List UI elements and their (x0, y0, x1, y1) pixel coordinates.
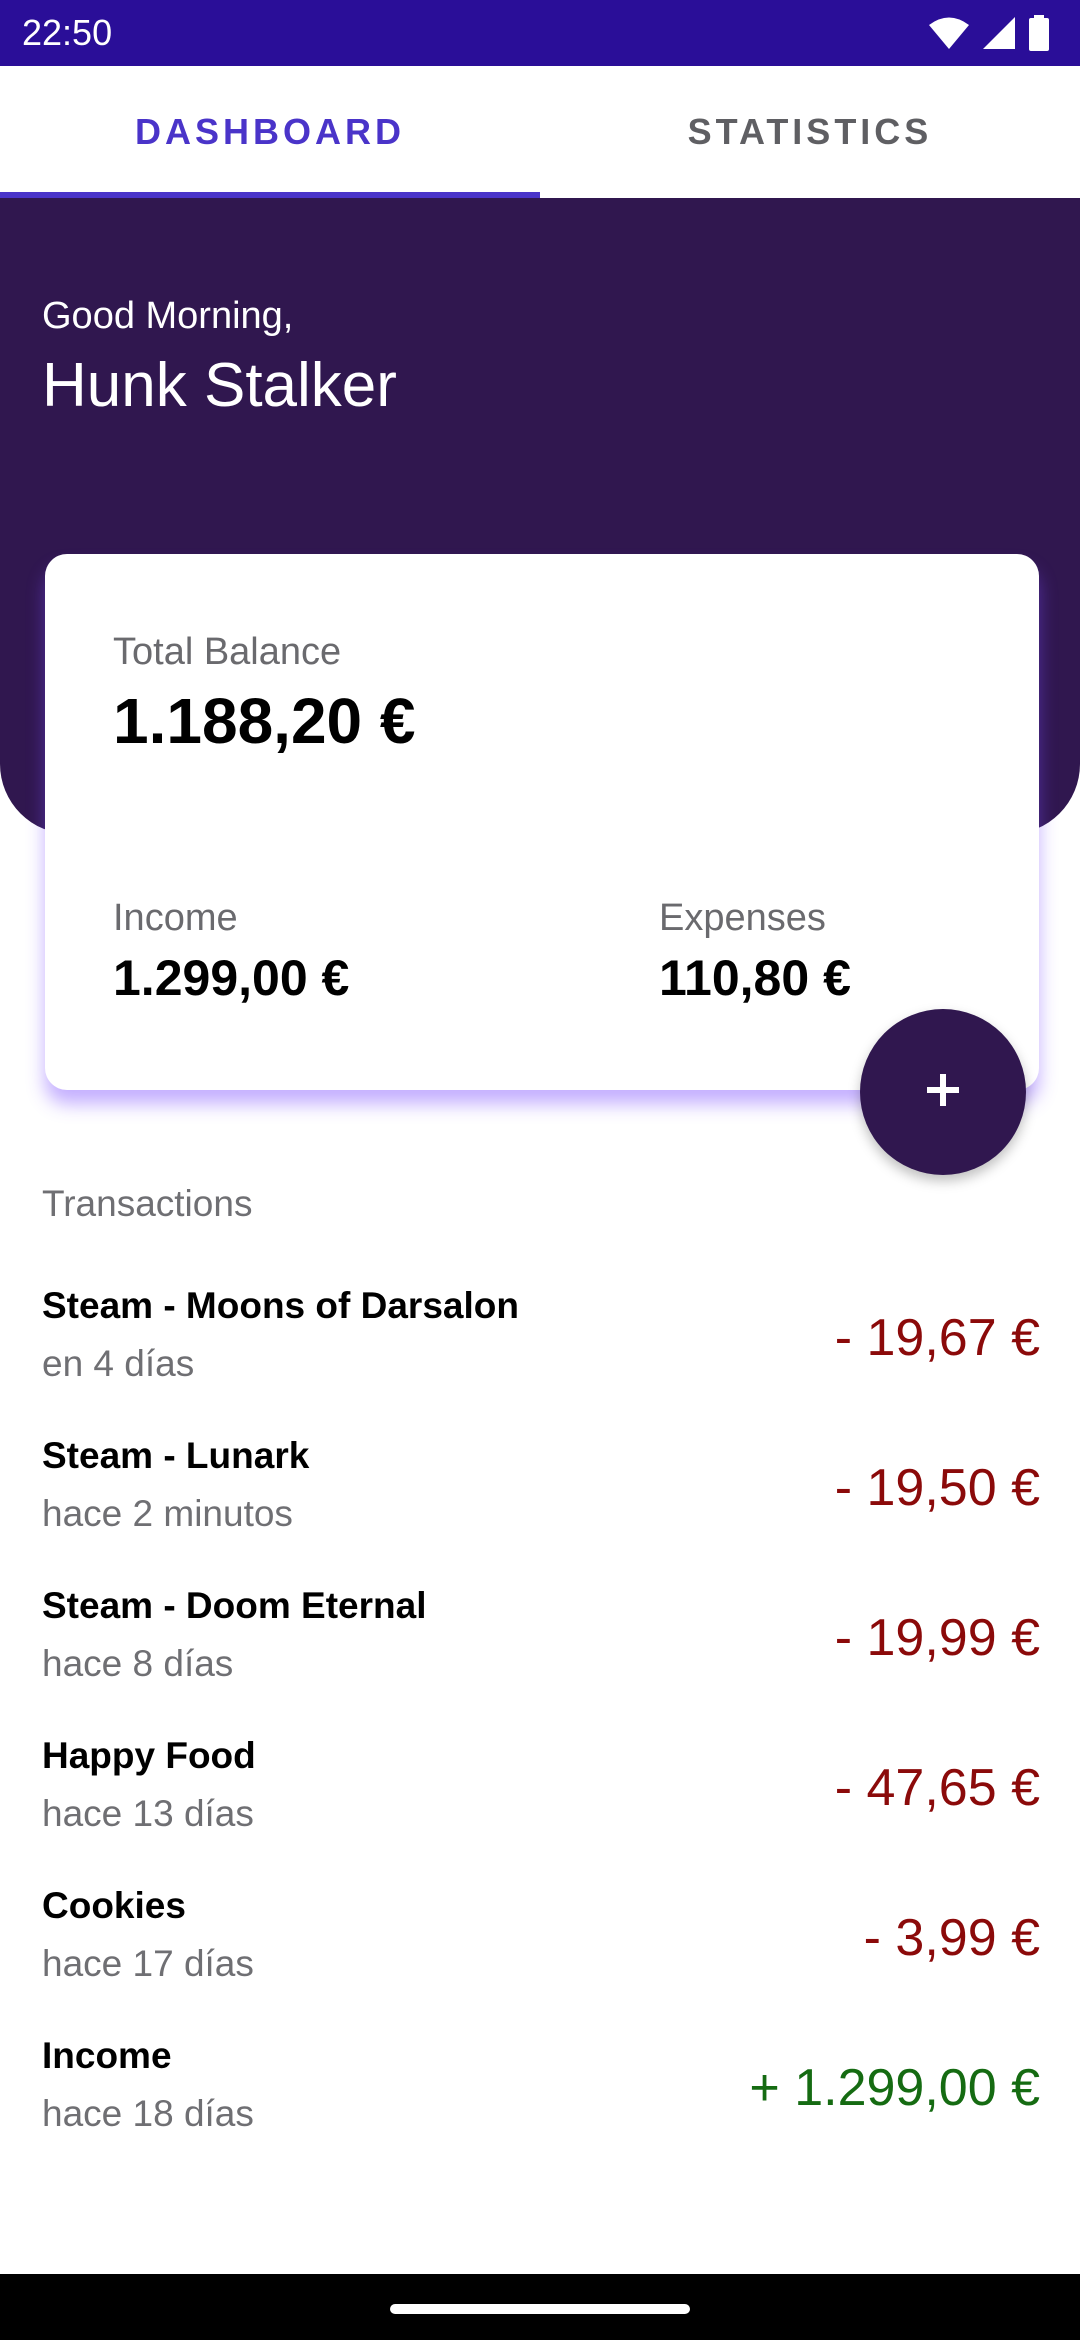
tab-bar: DASHBOARD STATISTICS (0, 66, 1080, 198)
battery-icon (1028, 15, 1050, 51)
transaction-amount: - 3,99 € (863, 1909, 1040, 1967)
transaction-name: Steam - Doom Eternal (42, 1585, 427, 1626)
transaction-amount: - 19,50 € (834, 1459, 1040, 1517)
transaction-row[interactable]: Steam - Moons of Darsalon en 4 días - 19… (0, 1268, 1080, 1418)
tab-statistics[interactable]: STATISTICS (540, 66, 1080, 198)
total-balance-label: Total Balance (113, 631, 342, 673)
transaction-date: en 4 días (42, 1343, 195, 1384)
transaction-amount: - 47,65 € (834, 1759, 1040, 1817)
transaction-row[interactable]: Steam - Lunark hace 2 minutos - 19,50 € (0, 1418, 1080, 1568)
transaction-date: hace 8 días (42, 1643, 234, 1684)
transaction-name: Steam - Lunark (42, 1435, 310, 1476)
transaction-row[interactable]: Cookies hace 17 días - 3,99 € (0, 1868, 1080, 2018)
transaction-date: hace 17 días (42, 1943, 254, 1984)
transaction-amount: - 19,67 € (834, 1309, 1040, 1367)
user-name: Hunk Stalker (42, 351, 397, 420)
transaction-name: Steam - Moons of Darsalon (42, 1285, 519, 1326)
system-nav-bar (0, 2274, 1080, 2340)
income-label: Income (113, 897, 238, 939)
expenses-label: Expenses (659, 897, 826, 939)
balance-card: Total Balance 1.188,20 € Income 1.299,00… (45, 554, 1039, 1090)
transaction-row[interactable]: Steam - Doom Eternal hace 8 días - 19,99… (0, 1568, 1080, 1718)
status-time: 22:50 (22, 12, 113, 53)
greeting-text: Good Morning, (42, 295, 294, 337)
signal-icon (982, 16, 1016, 50)
transaction-amount: + 1.299,00 € (749, 2059, 1040, 2117)
total-balance-value: 1.188,20 € (113, 685, 416, 757)
status-icons (928, 14, 1050, 52)
transaction-list: Steam - Moons of Darsalon en 4 días - 19… (0, 1268, 1080, 2168)
transaction-date: hace 13 días (42, 1793, 254, 1834)
transactions-title: Transactions (42, 1183, 253, 1224)
transaction-date: hace 18 días (42, 2093, 254, 2134)
status-bar: 22:50 (0, 0, 1080, 66)
transaction-name: Happy Food (42, 1735, 256, 1776)
plus-icon (927, 1073, 959, 1111)
home-gesture-handle[interactable] (390, 2304, 690, 2314)
income-value: 1.299,00 € (113, 950, 350, 1006)
transaction-row[interactable]: Happy Food hace 13 días - 47,65 € (0, 1718, 1080, 1868)
transaction-date: hace 2 minutos (42, 1493, 293, 1534)
wifi-icon (928, 16, 970, 50)
transaction-name: Cookies (42, 1885, 186, 1926)
app-screen: 22:50 DASHBOARD STATISTICS Good Morning,… (0, 0, 1080, 2340)
transaction-row[interactable]: Income hace 18 días + 1.299,00 € (0, 2018, 1080, 2168)
expenses-value: 110,80 € (659, 950, 851, 1006)
transaction-name: Income (42, 2035, 172, 2076)
tab-dashboard[interactable]: DASHBOARD (0, 66, 540, 198)
transaction-amount: - 19,99 € (834, 1609, 1040, 1667)
add-transaction-button[interactable] (860, 1009, 1026, 1175)
